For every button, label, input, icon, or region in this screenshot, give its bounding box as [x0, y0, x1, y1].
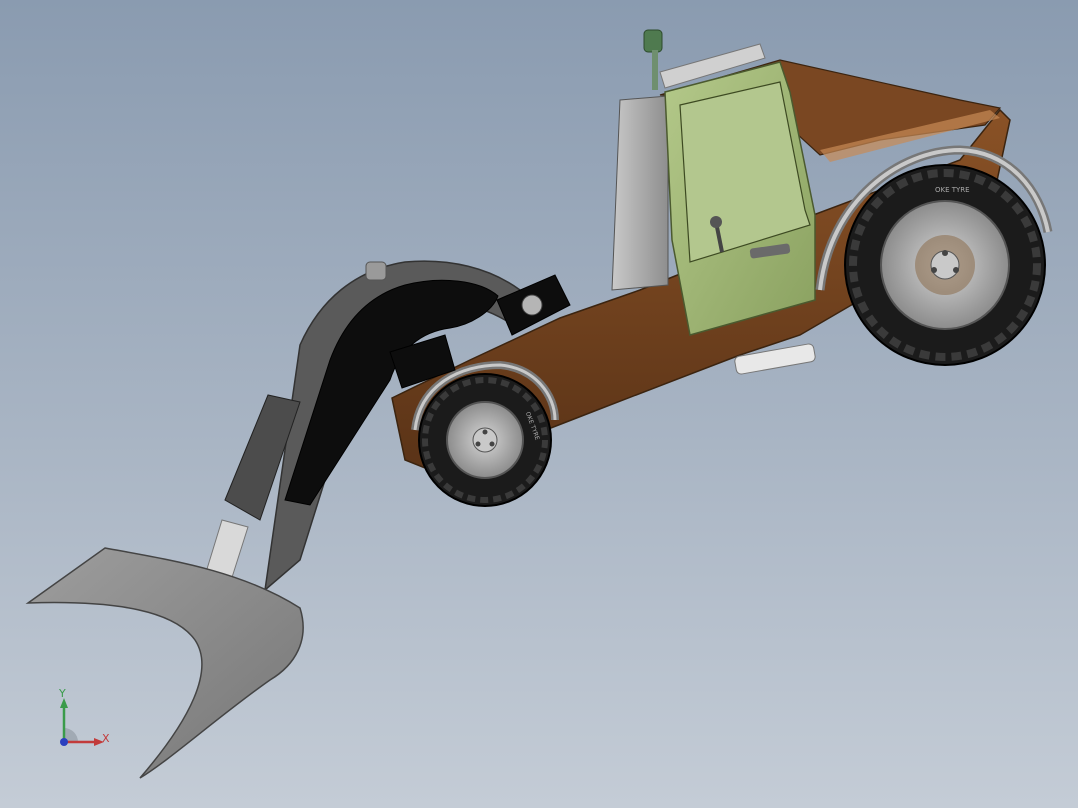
arm-top-cap: [365, 261, 387, 281]
cab-pillar: [611, 95, 669, 291]
loader-model[interactable]: OKE TYRE OKE TYRE: [0, 0, 1078, 808]
front-wheel: OKE TYRE: [418, 373, 552, 507]
graphics-viewport[interactable]: OKE TYRE OKE TYRE Y X: [0, 0, 1078, 808]
rear-wheel: OKE TYRE: [844, 164, 1046, 366]
control-lever-knob: [710, 216, 722, 228]
rear-tire-text: OKE TYRE: [935, 186, 970, 194]
z-axis-dot: [60, 738, 68, 746]
beacon-light: [643, 29, 663, 53]
x-axis-label: X: [102, 732, 110, 745]
pivot-pin: [521, 294, 543, 316]
y-axis-label: Y: [59, 687, 66, 700]
